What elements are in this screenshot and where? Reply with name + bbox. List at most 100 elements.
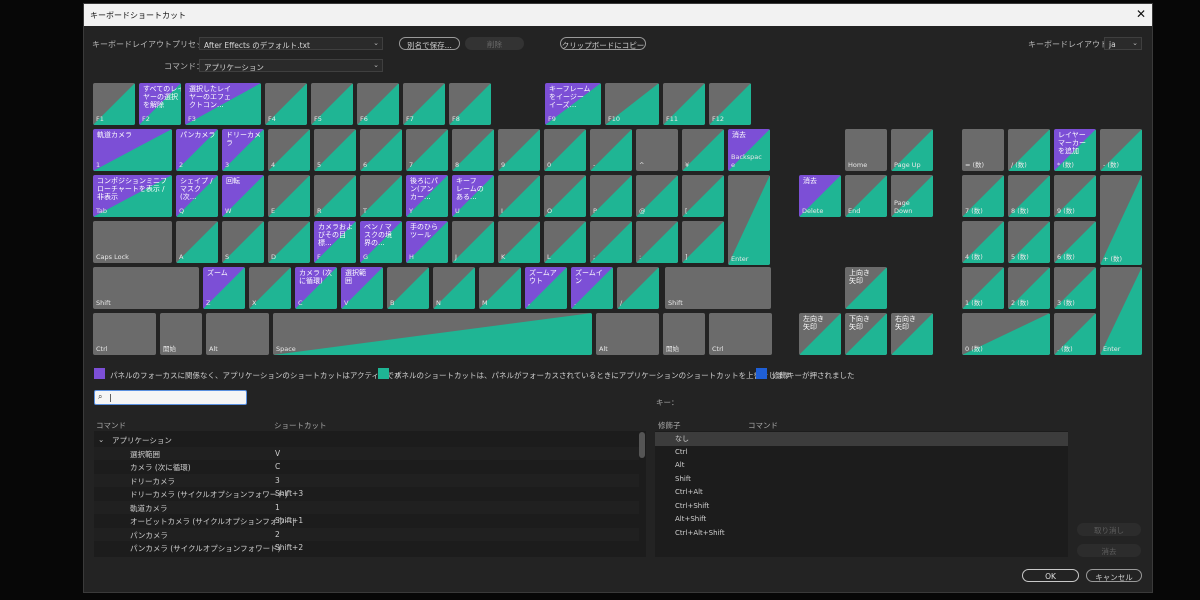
key-comma[interactable]: ズームア ウト, [525, 267, 567, 309]
key-a[interactable]: A [176, 221, 218, 263]
key-right[interactable]: 右向き 矢印 [891, 313, 933, 355]
key-pgdn[interactable]: Page Down [891, 175, 933, 217]
modifier-row[interactable]: Shift [655, 473, 1068, 487]
modifier-row[interactable]: Ctrl+Shift [655, 500, 1068, 514]
key-caps[interactable]: Caps Lock [93, 221, 172, 263]
keyboard-layout-select[interactable]: ja ⌄ [1104, 37, 1142, 50]
key-d[interactable]: D [268, 221, 310, 263]
copy-to-clipboard-button[interactable]: クリップボードにコピー [560, 37, 646, 50]
key-rbr[interactable]: ] [682, 221, 724, 263]
key-y[interactable]: 後ろにパ ン(アン カー... Y [406, 175, 448, 217]
list-item[interactable]: 軌道カメラ 1 [94, 500, 639, 514]
scrollbar-thumb[interactable] [639, 432, 645, 458]
key-shiftr[interactable]: Shift [665, 267, 771, 309]
key-k5[interactable]: 5 [314, 129, 356, 171]
modifier-row[interactable]: Ctrl+Alt [655, 486, 1068, 500]
key-r[interactable]: R [314, 175, 356, 217]
key-kyen[interactable]: ¥ [682, 129, 724, 171]
delete-preset-button[interactable]: 削除 [465, 37, 524, 50]
key-nminus[interactable]: - (数) [1100, 129, 1142, 171]
modifier-row[interactable]: Ctrl+Alt+Shift [655, 527, 1068, 541]
key-b[interactable]: B [387, 267, 429, 309]
cancel-button[interactable]: キャンセル [1086, 569, 1142, 582]
key-q[interactable]: シェイプ / マスク (次... Q [176, 175, 218, 217]
modifier-row[interactable]: Alt+Shift [655, 513, 1068, 527]
key-slash[interactable]: / [617, 267, 659, 309]
key-f11[interactable]: F11 [663, 83, 705, 125]
key-n2[interactable]: 2 (数) [1008, 267, 1050, 309]
key-j[interactable]: J [452, 221, 494, 263]
key-left[interactable]: 左向き 矢印 [799, 313, 841, 355]
key-m[interactable]: M [479, 267, 521, 309]
key-nstar[interactable]: レイヤー マーカー を追加 * (数) [1054, 129, 1096, 171]
key-colon[interactable]: : [636, 221, 678, 263]
key-u[interactable]: キーフ レームの ある... U [452, 175, 494, 217]
key-z[interactable]: ズーム Z [203, 267, 245, 309]
key-n5[interactable]: 5 (数) [1008, 221, 1050, 263]
list-item[interactable]: パンカメラ (サイクルオプションフォワード) Shift+2 [94, 541, 639, 555]
key-k2[interactable]: パンカメラ 2 [176, 129, 218, 171]
key-o[interactable]: O [544, 175, 586, 217]
key-n7[interactable]: 7 (数) [962, 175, 1004, 217]
key-f8[interactable]: F8 [449, 83, 491, 125]
list-item[interactable]: パンカメラ 2 [94, 527, 639, 541]
key-altl[interactable]: Alt [206, 313, 269, 355]
close-icon[interactable]: ✕ [1136, 7, 1146, 21]
key-v[interactable]: 選択範 囲 V [341, 267, 383, 309]
key-home[interactable]: Home [845, 129, 887, 171]
key-f7[interactable]: F7 [403, 83, 445, 125]
key-nenter[interactable]: Enter [1100, 267, 1142, 355]
key-ctrll[interactable]: Ctrl [93, 313, 156, 355]
key-lbr[interactable]: [ [682, 175, 724, 217]
key-i[interactable]: I [498, 175, 540, 217]
modifier-row[interactable]: Alt [655, 459, 1068, 473]
key-space[interactable]: Space [273, 313, 592, 355]
key-k0[interactable]: 0 [544, 129, 586, 171]
key-enter[interactable]: Enter [728, 175, 770, 265]
key-muhenr[interactable]: 開始 [663, 313, 705, 355]
key-k6[interactable]: 6 [360, 129, 402, 171]
key-k[interactable]: K [498, 221, 540, 263]
key-x[interactable]: X [249, 267, 291, 309]
key-c[interactable]: カメラ (次 に循環) C [295, 267, 337, 309]
key-k3[interactable]: ドリーカメ ラ 3 [222, 129, 264, 171]
key-n[interactable]: N [433, 267, 475, 309]
list-item[interactable]: オービットカメラ (サイクルオプションフォワー| Shift+1 [94, 514, 639, 528]
key-ctrlr[interactable]: Ctrl [709, 313, 772, 355]
list-item[interactable]: ドリーカメラ (サイクルオプションフォワード) Shift+3 [94, 487, 639, 501]
key-l[interactable]: L [544, 221, 586, 263]
key-shiftl[interactable]: Shift [93, 267, 199, 309]
key-end[interactable]: End [845, 175, 887, 217]
key-f[interactable]: カメラおよ びその目 標... F [314, 221, 356, 263]
key-t[interactable]: T [360, 175, 402, 217]
list-item[interactable]: ドリーカメラ 3 [94, 473, 639, 487]
key-kcaret[interactable]: ^ [636, 129, 678, 171]
save-as-button[interactable]: 別名で保存... [399, 37, 460, 50]
modifier-row[interactable]: Ctrl [655, 446, 1068, 460]
key-w[interactable]: 回転 W [222, 175, 264, 217]
ok-button[interactable]: OK [1022, 569, 1079, 582]
key-k7[interactable]: 7 [406, 129, 448, 171]
key-n0[interactable]: 0 (数) [962, 313, 1050, 355]
command-select[interactable]: アプリケーション ⌄ [199, 59, 383, 72]
key-n4[interactable]: 4 (数) [962, 221, 1004, 263]
undo-button[interactable]: 取り消し [1077, 523, 1141, 536]
key-f4[interactable]: F4 [265, 83, 307, 125]
key-altr[interactable]: Alt [596, 313, 659, 355]
key-f5[interactable]: F5 [311, 83, 353, 125]
key-f12[interactable]: F12 [709, 83, 751, 125]
key-p[interactable]: P [590, 175, 632, 217]
key-period[interactable]: ズームイ ン. [571, 267, 613, 309]
key-f9[interactable]: キーフレーム をイージー イーズ... F9 [545, 83, 601, 125]
key-kminus[interactable]: - [590, 129, 632, 171]
clear-button[interactable]: 消去 [1077, 544, 1141, 557]
key-semi[interactable]: ; [590, 221, 632, 263]
key-f3[interactable]: 選択したレイ ヤーのエフェ クトコン... F3 [185, 83, 261, 125]
modifier-row[interactable]: なし [655, 432, 1068, 446]
key-nslash[interactable]: / (数) [1008, 129, 1050, 171]
group-row[interactable]: ⌄ アプリケーション [94, 433, 639, 447]
key-n3[interactable]: 3 (数) [1054, 267, 1096, 309]
key-n9[interactable]: 9 (数) [1054, 175, 1096, 217]
key-at[interactable]: @ [636, 175, 678, 217]
key-up[interactable]: 上向き 矢印 [845, 267, 887, 309]
